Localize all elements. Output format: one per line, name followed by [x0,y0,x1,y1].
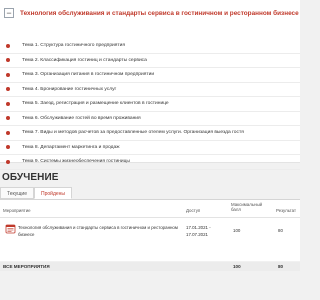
topic-item[interactable]: Тема 7. Виды и методов расчетов за предо… [0,126,300,141]
total-row: ВСЕ МЕРОПРИЯТИЯ 100 80 [0,262,300,271]
learning-table: Мероприятие Доступ Максимальный балл Рез… [0,199,300,261]
bullet-icon [6,116,10,121]
table-row-access: 17.01.2021 - 17.07.2021 [186,224,211,238]
tab-current[interactable]: Текущие [0,187,34,199]
topic-item[interactable]: Тема 4. Бронирование гостиничных услуг [0,83,300,97]
access-from: 17.01.2021 - [186,225,211,230]
column-header-access: Доступ [186,208,201,213]
access-to: 17.07.2021 [186,232,208,237]
topic-list: Тема 1. Структура гостиничного предприят… [0,39,300,170]
bullet-icon [6,72,10,77]
bullet-icon [6,159,10,164]
total-max-score: 100 [233,264,241,269]
column-header-max-score-line2: балл [231,207,241,212]
topic-label[interactable]: Тема 5. Заезд, регистрация и размещение … [22,101,169,106]
bullet-icon [6,43,10,48]
column-header-activity: Мероприятие [3,208,31,213]
learning-tabs: Текущие Пройдены [0,187,73,199]
topic-label[interactable]: Тема 9. Системы жизнеобеспечения гостини… [22,159,130,164]
bullet-icon [6,130,10,135]
bullet-icon [6,87,10,92]
header-divider [0,217,300,218]
collapse-toggle-icon[interactable]: − [4,8,14,18]
topic-item[interactable]: Тема 1. Структура гостиничного предприят… [0,39,300,54]
topic-label[interactable]: Тема 8. Департамент маркетинга и продаж [22,145,120,150]
tab-completed[interactable]: Пройдены [34,187,73,199]
column-header-result: Результат [276,208,296,213]
topic-item[interactable]: Тема 5. Заезд, регистрация и размещение … [0,97,300,112]
course-header[interactable]: − Технология обслуживания и стандарты се… [0,0,300,26]
course-title[interactable]: Технология обслуживания и стандарты серв… [20,10,299,17]
course-panel: − Технология обслуживания и стандарты се… [0,0,300,170]
topic-item[interactable]: Тема 2. Классификация гостиниц и стандар… [0,54,300,68]
table-row-max-score: 100 [233,228,241,233]
column-header-max-score: Максимальный балл [231,202,262,212]
topic-label[interactable]: Тема 3. Организация питания в гостинично… [22,72,154,77]
bullet-icon [6,101,10,106]
topic-item[interactable]: Тема 9. Системы жизнеобеспечения гостини… [0,155,300,170]
topic-item[interactable]: Тема 8. Департамент маркетинга и продаж [0,141,300,155]
table-row-course-name[interactable]: Технология обслуживания и стандарты серв… [18,224,178,238]
topic-label[interactable]: Тема 4. Бронирование гостиничных услуг [22,87,116,92]
table-row-result: 80 [278,228,283,233]
bullet-icon [6,58,10,63]
topic-label[interactable]: Тема 1. Структура гостиничного предприят… [22,43,125,48]
course-book-icon [5,224,16,234]
total-label: ВСЕ МЕРОПРИЯТИЯ [3,264,50,269]
topic-label[interactable]: Тема 2. Классификация гостиниц и стандар… [22,58,147,63]
topic-label[interactable]: Тема 7. Виды и методов расчетов за предо… [22,130,244,135]
learning-section-title: ОБУЧЕНИЕ [2,172,59,183]
topic-item[interactable]: Тема 6. Обслуживание гостей во время про… [0,112,300,126]
topic-item[interactable]: Тема 3. Организация питания в гостинично… [0,68,300,83]
total-result: 80 [278,264,284,269]
bullet-icon [6,145,10,150]
topic-label[interactable]: Тема 6. Обслуживание гостей во время про… [22,116,141,121]
